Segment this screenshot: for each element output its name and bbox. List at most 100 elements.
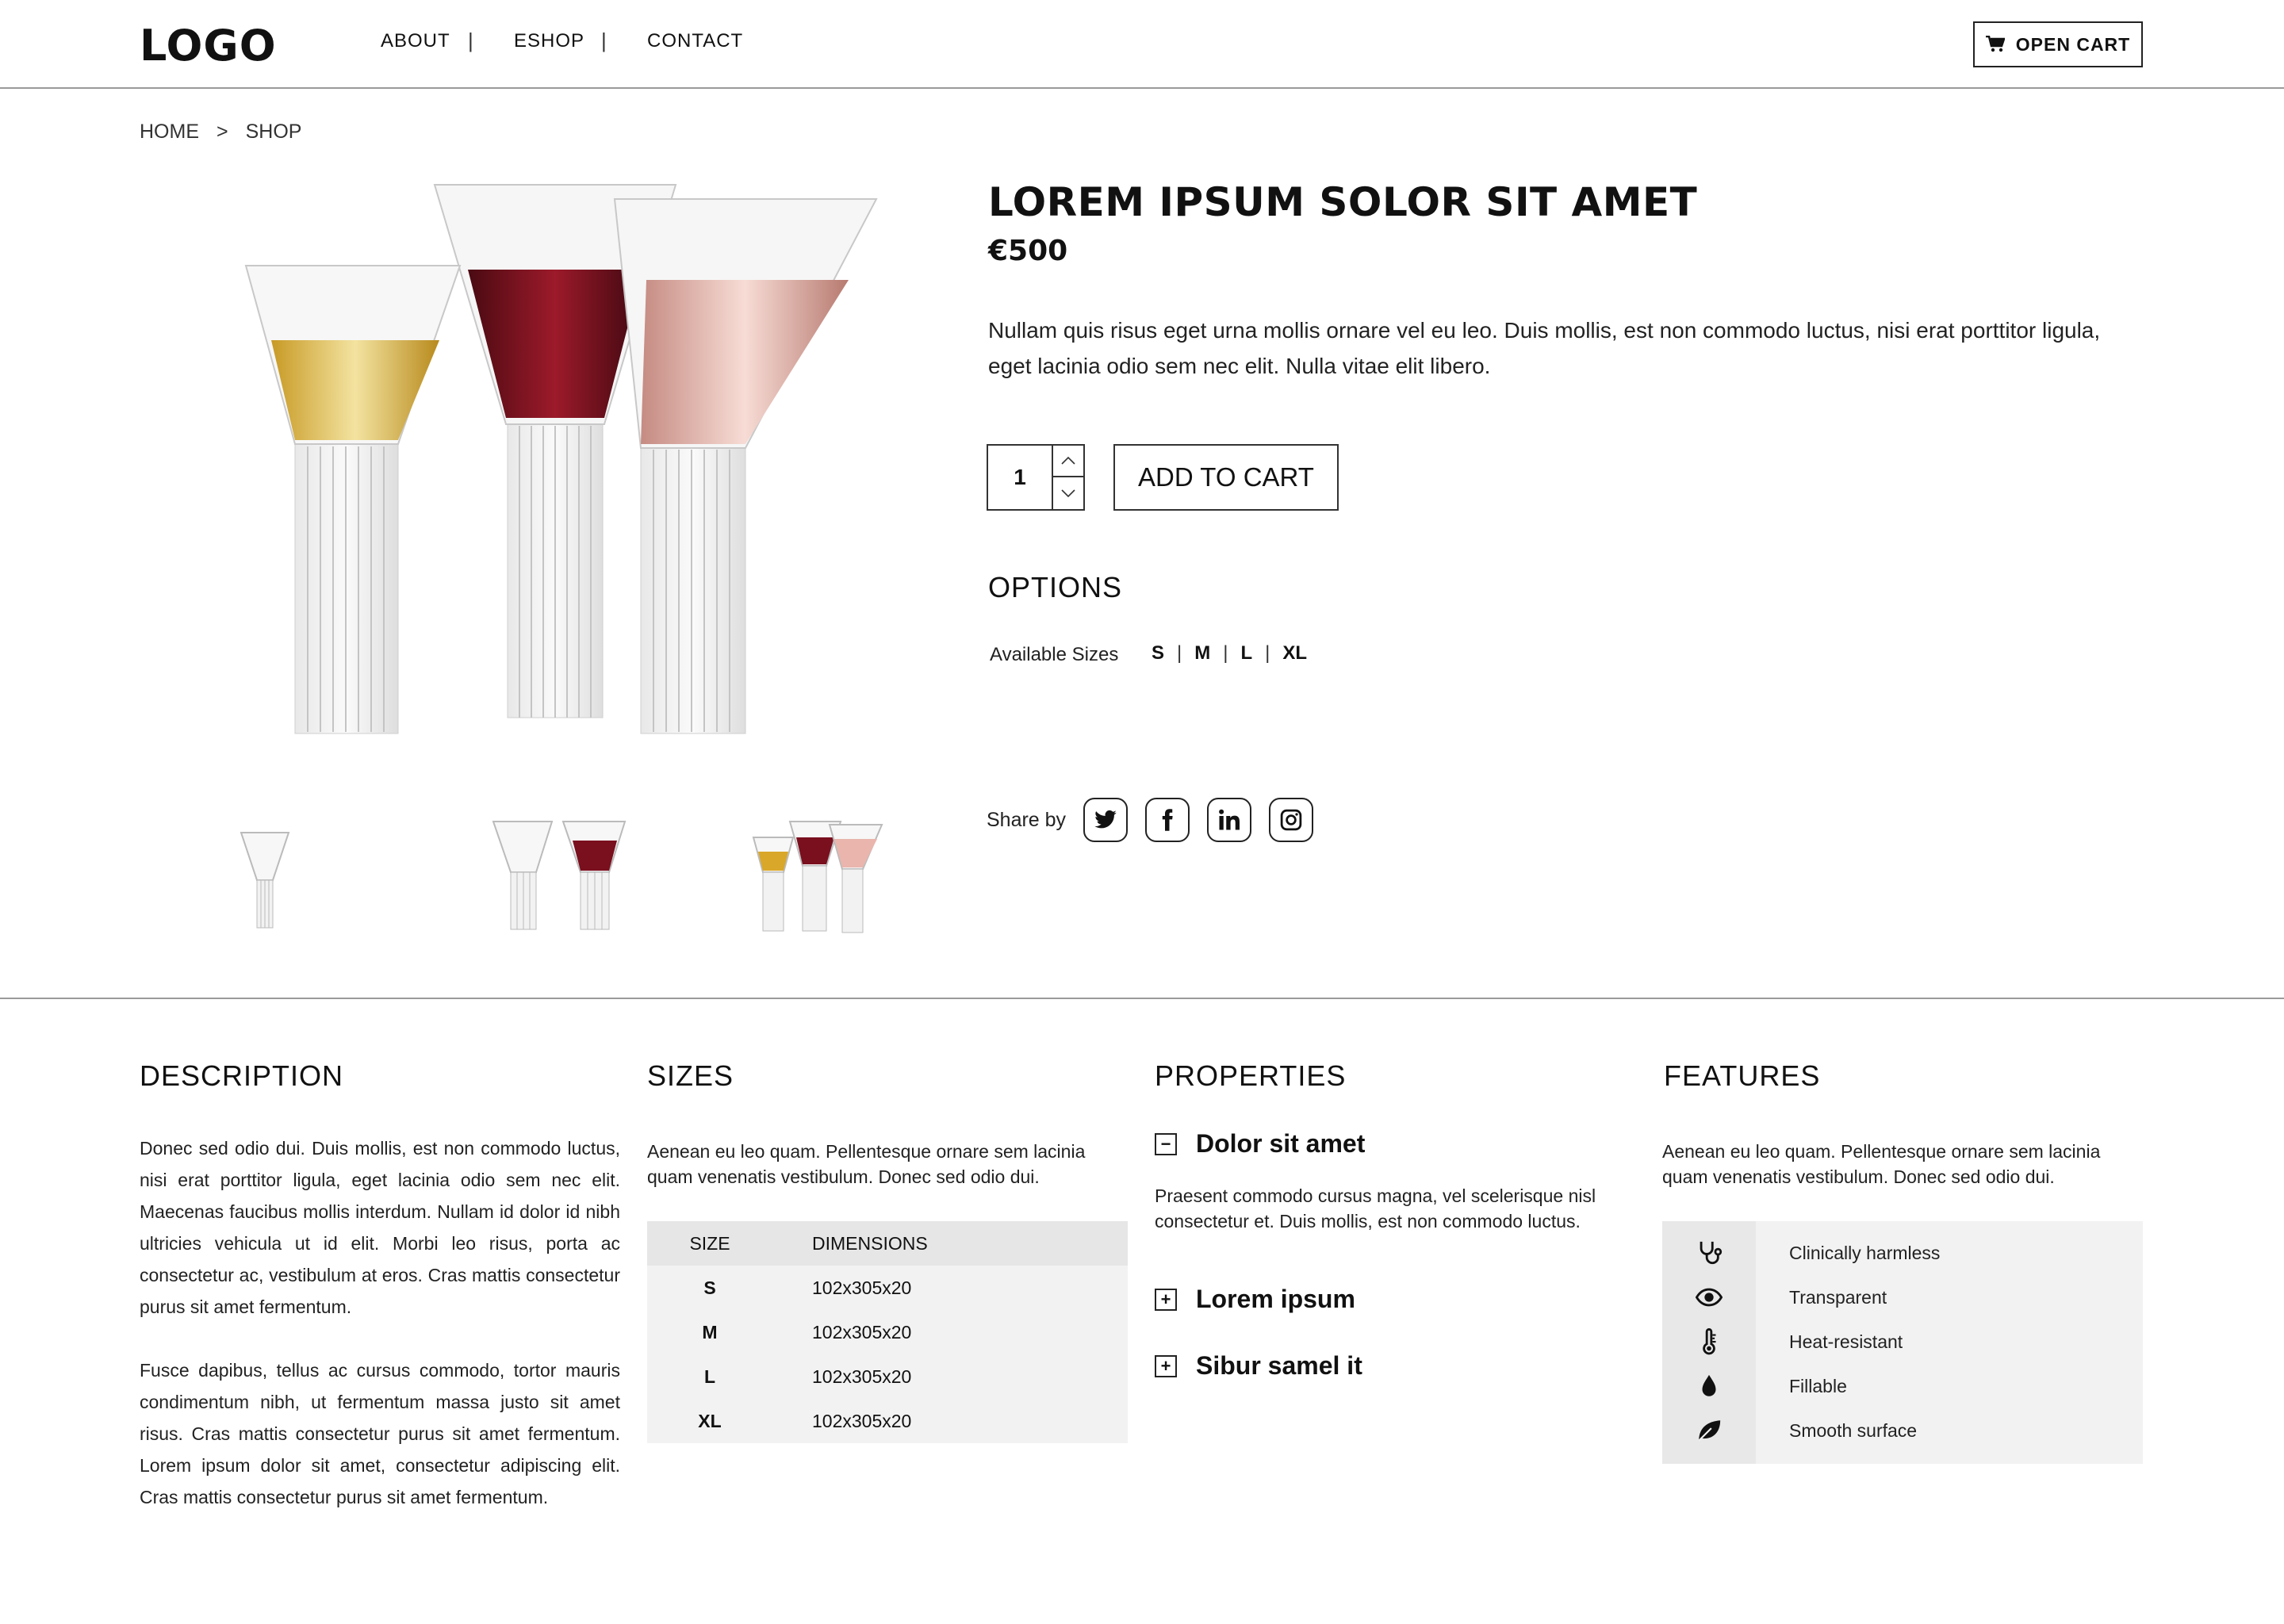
nav-separator: | <box>601 29 607 52</box>
sizes-table: SIZE DIMENSIONS S 102x305x20 M 102x305x2… <box>647 1221 1128 1443</box>
size-separator: | <box>1265 642 1270 664</box>
quantity-increase-button[interactable] <box>1053 446 1083 477</box>
accordion-item-dolor-sit-amet[interactable]: − Dolor sit amet <box>1155 1129 1365 1159</box>
product-image[interactable] <box>214 170 896 773</box>
table-cell-dimensions: 102x305x20 <box>812 1410 912 1431</box>
table-cell-size: M <box>702 1321 718 1342</box>
section-divider <box>0 998 2284 999</box>
glass-amber <box>244 265 462 734</box>
feature-label: Smooth surface <box>1789 1419 1918 1441</box>
table-cell-size: XL <box>698 1410 722 1431</box>
features-title: FEATURES <box>1664 1059 1821 1092</box>
feature-item: Heat-resistant <box>1662 1320 2143 1364</box>
table-cell-size: S <box>703 1277 716 1298</box>
expand-icon[interactable]: + <box>1155 1288 1177 1311</box>
feature-label: Clinically harmless <box>1789 1242 1941 1263</box>
linkedin-icon <box>1219 809 1240 830</box>
description-paragraph-2: Fusce dapibus, tellus ac cursus commodo,… <box>140 1360 620 1507</box>
table-cell-dimensions: 102x305x20 <box>812 1277 912 1298</box>
size-option-m[interactable]: M <box>1194 642 1210 665</box>
table-row: S 102x305x20 <box>647 1266 1128 1310</box>
accordion-label[interactable]: Sibur samel it <box>1196 1351 1362 1381</box>
size-option-l[interactable]: L <box>1240 642 1252 665</box>
feature-item: Fillable <box>1662 1364 2143 1408</box>
features-list: Clinically harmless Transparent Heat-res… <box>1662 1221 2143 1464</box>
feature-item: Clinically harmless <box>1662 1231 2143 1275</box>
thumbnail-2[interactable] <box>492 817 627 937</box>
quantity-decrease-button[interactable] <box>1053 477 1083 509</box>
size-option-s[interactable]: S <box>1152 642 1164 665</box>
table-cell-dimensions: 102x305x20 <box>812 1365 912 1387</box>
stethoscope-icon <box>1700 1241 1723 1265</box>
share-label: Share by <box>987 809 1067 831</box>
features-text: Aenean eu leo quam. Pellentesque ornare … <box>1662 1141 2101 1187</box>
table-row: M 102x305x20 <box>647 1310 1128 1354</box>
nav-contact[interactable]: CONTACT <box>647 30 743 52</box>
cart-icon <box>1985 36 2005 52</box>
eye-icon <box>1696 1288 1723 1307</box>
table-cell-dimensions: 102x305x20 <box>812 1321 912 1342</box>
accordion-label[interactable]: Lorem ipsum <box>1196 1285 1355 1314</box>
quantity-input[interactable]: 1 <box>988 446 1053 509</box>
chevron-down-icon <box>1061 489 1075 497</box>
nav-eshop[interactable]: ESHOP <box>514 30 584 52</box>
thermometer-icon <box>1703 1328 1716 1355</box>
product-description: Nullam quis risus eget urna mollis ornar… <box>988 318 2101 378</box>
breadcrumb-separator: > <box>217 121 228 143</box>
properties-title: PROPERTIES <box>1155 1059 1347 1092</box>
options-title: OPTIONS <box>988 571 1123 603</box>
share-twitter-button[interactable] <box>1083 798 1128 842</box>
breadcrumb-shop[interactable]: SHOP <box>246 121 302 144</box>
accordion-content: Praesent commodo cursus magna, vel scele… <box>1155 1185 1596 1231</box>
add-to-cart-button[interactable]: ADD TO CART <box>1113 444 1339 511</box>
product-price: €500 <box>988 235 1068 267</box>
thumbnail-3[interactable] <box>752 817 883 937</box>
table-cell-size: L <box>703 1365 716 1387</box>
sizes-text: Aenean eu leo quam. Pellentesque ornare … <box>647 1141 1086 1187</box>
breadcrumb-home[interactable]: HOME <box>140 121 199 144</box>
table-header-dimensions: DIMENSIONS <box>812 1232 928 1254</box>
twitter-icon <box>1094 810 1117 829</box>
share-linkedin-button[interactable] <box>1207 798 1251 842</box>
nav-separator: | <box>468 29 473 52</box>
collapse-icon[interactable]: − <box>1155 1132 1177 1155</box>
available-sizes-label: Available Sizes <box>990 644 1119 665</box>
logo[interactable]: LOGO <box>140 21 277 71</box>
feature-label: Transparent <box>1789 1286 1887 1308</box>
expand-icon[interactable]: + <box>1155 1354 1177 1377</box>
open-cart-label: OPEN CART <box>2015 33 2131 55</box>
droplet-icon <box>1702 1374 1716 1396</box>
feature-label: Fillable <box>1789 1375 1847 1396</box>
chevron-up-icon <box>1061 457 1075 465</box>
table-row: XL 102x305x20 <box>647 1399 1128 1443</box>
breadcrumb: HOME > SHOP <box>140 121 301 144</box>
feature-item: Transparent <box>1662 1275 2143 1320</box>
size-options: S | M | L | XL <box>1152 642 1307 665</box>
instagram-icon <box>1280 809 1302 831</box>
open-cart-button[interactable]: OPEN CART <box>1973 21 2143 67</box>
product-title: LOREM IPSUM SOLOR SIT AMET <box>988 179 1698 225</box>
site-header: LOGO ABOUT | ESHOP | CONTACT OPEN CART <box>0 0 2284 89</box>
table-row: L 102x305x20 <box>647 1354 1128 1399</box>
size-option-xl[interactable]: XL <box>1282 642 1307 665</box>
table-header-row: SIZE DIMENSIONS <box>647 1221 1128 1266</box>
description-title: DESCRIPTION <box>140 1059 344 1092</box>
feature-label: Heat-resistant <box>1789 1331 1903 1352</box>
size-separator: | <box>1177 642 1182 664</box>
quantity-stepper[interactable]: 1 <box>987 444 1085 511</box>
facebook-icon <box>1162 809 1173 831</box>
leaf-icon <box>1698 1420 1721 1442</box>
glass-rose <box>613 198 878 734</box>
share-facebook-button[interactable] <box>1145 798 1190 842</box>
thumbnail-1[interactable] <box>236 817 293 937</box>
feature-item: Smooth surface <box>1662 1408 2143 1453</box>
size-separator: | <box>1223 642 1228 664</box>
table-header-size: SIZE <box>689 1232 730 1254</box>
accordion-item-lorem-ipsum[interactable]: + Lorem ipsum <box>1155 1285 1355 1314</box>
description-paragraph-1: Donec sed odio dui. Duis mollis, est non… <box>140 1138 620 1317</box>
share-instagram-button[interactable] <box>1269 798 1313 842</box>
sizes-title: SIZES <box>647 1059 734 1092</box>
accordion-label[interactable]: Dolor sit amet <box>1196 1129 1365 1159</box>
accordion-item-sibur-samel-it[interactable]: + Sibur samel it <box>1155 1351 1362 1381</box>
nav-about[interactable]: ABOUT <box>381 30 450 52</box>
